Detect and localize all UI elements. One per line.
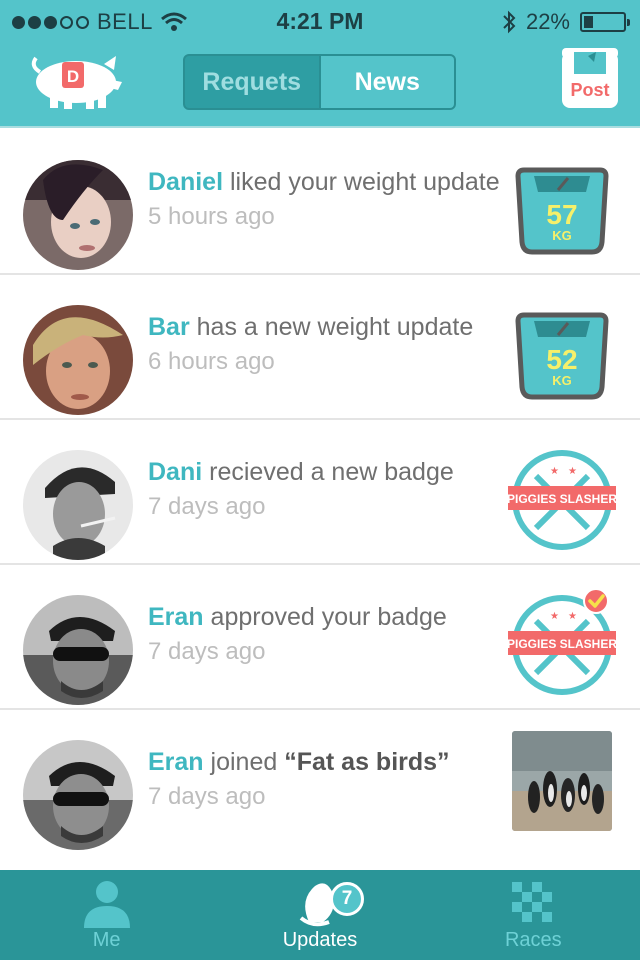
tab-races[interactable]: Races [427,870,640,960]
activity-text: recieved a new badge [209,458,454,486]
checkmark-icon [583,589,609,614]
timestamp: 7 days ago [148,493,266,520]
news-feed: Daniel liked your weight update 5 hours … [0,130,640,855]
tab-me[interactable]: Me [0,870,213,960]
badge-text: PIGGIES SLASHER [507,637,617,651]
feed-item[interactable]: Dani recieved a new badge 7 days ago ★ ★… [0,420,640,565]
badge-icon[interactable]: ★ ★ PIGGIES SLASHER [506,589,618,701]
timestamp: 6 hours ago [148,348,275,375]
activity-text: joined [210,748,278,776]
user-name[interactable]: Eran [148,603,204,631]
svg-text:★: ★ [550,466,559,477]
weight-unit: KG [552,373,572,388]
timestamp: 5 hours ago [148,203,275,230]
user-name[interactable]: Daniel [148,168,223,196]
feed-item[interactable]: Bar has a new weight update 6 hours ago … [0,275,640,420]
status-bar: BELL 4:21 PM 22% [0,0,640,44]
user-name[interactable]: Bar [148,313,190,341]
tab-label: Updates [282,929,358,951]
weight-value: 57 [546,199,577,230]
weight-unit: KG [552,228,572,243]
bottom-tab-bar: Me 7 Updates Races [0,870,640,960]
pig-logo-icon[interactable]: D [24,50,124,112]
tab-news[interactable]: News [318,56,454,108]
post-button[interactable]: Post [558,46,622,110]
group-name[interactable]: “Fat as birds” [284,748,449,776]
weight-value: 52 [546,344,577,375]
svg-text:★: ★ [568,611,577,622]
badge-text: PIGGIES SLASHER [507,492,617,506]
avatar[interactable] [23,595,133,705]
bluetooth-icon [503,10,516,34]
user-name[interactable]: Eran [148,748,204,776]
group-photo[interactable] [512,731,612,831]
post-button-label: Post [570,80,609,100]
notification-badge: 7 [329,882,364,916]
avatar[interactable] [23,160,133,270]
avatar[interactable] [23,740,133,850]
tab-label: Me [92,929,121,951]
activity-text: liked your weight update [229,168,500,196]
activity-text: approved your badge [210,603,447,631]
feed-segmented-control: Requets News [183,54,456,110]
timestamp: 7 days ago [148,783,266,810]
battery-percent: 22% [525,9,570,34]
tab-label: Races [504,929,562,951]
badge-icon[interactable]: ★ ★ PIGGIES SLASHER [506,444,618,556]
activity-text: has a new weight update [196,313,474,341]
user-name[interactable]: Dani [148,458,202,486]
person-icon [83,881,130,928]
logo-letter: D [67,67,79,86]
feed-item[interactable]: Eran approved your badge 7 days ago ★ ★ … [0,565,640,710]
weight-scale-icon[interactable]: 52 KG [506,299,618,411]
tab-requests[interactable]: Requets [185,56,319,108]
battery-icon [580,12,630,32]
svg-text:★: ★ [568,466,577,477]
avatar[interactable] [23,305,133,415]
checkered-flag-icon [512,882,553,922]
timestamp: 7 days ago [148,638,266,665]
feed-item[interactable]: Daniel liked your weight update 5 hours … [0,130,640,275]
top-bar: BELL 4:21 PM 22% D Requets News Post [0,0,640,128]
avatar[interactable] [23,450,133,560]
feed-item[interactable]: Eran joined “Fat as birds” 7 days ago [0,710,640,855]
weight-scale-icon[interactable]: 57 KG [506,154,618,266]
tab-updates[interactable]: 7 Updates [213,870,426,960]
svg-text:★: ★ [550,611,559,622]
